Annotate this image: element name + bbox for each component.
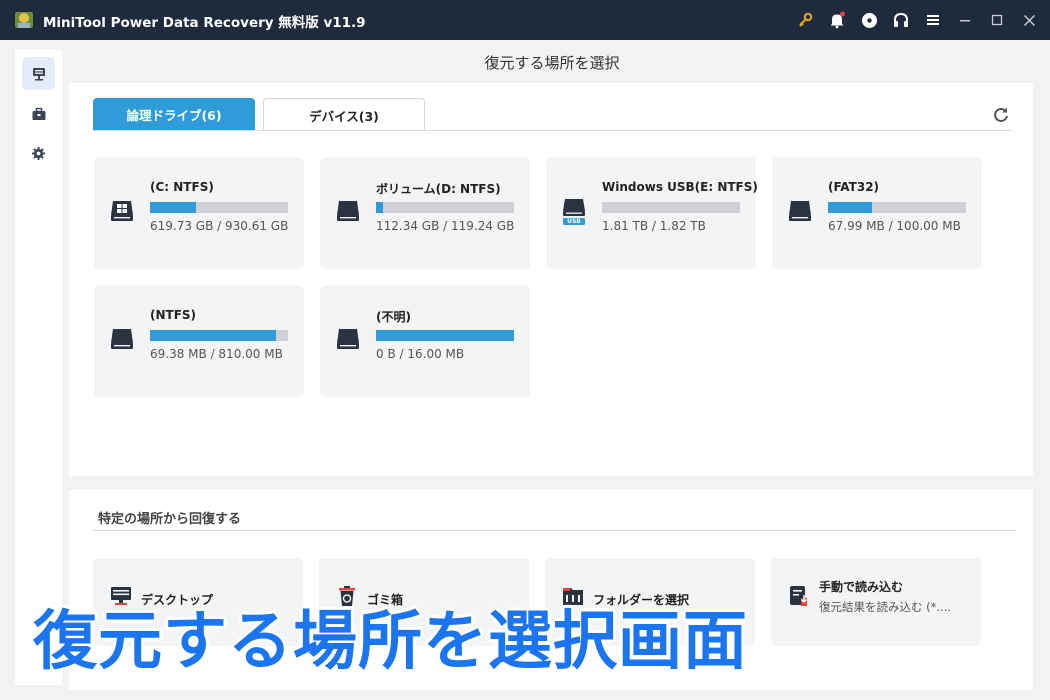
- drive-card[interactable]: (不明) 0 B / 16.00 MB: [320, 285, 530, 397]
- drive-name: (FAT32): [828, 180, 880, 194]
- drive-usage-fill: [376, 330, 514, 341]
- drives-panel: 論理ドライブ(6) デバイス(3) (C: NTFS) 619.73 GB / 9…: [69, 83, 1033, 476]
- toolkit-icon: [32, 107, 45, 120]
- load-manually-subtitle: 復元結果を読み込む (*....: [819, 600, 952, 614]
- drive-icon: [786, 193, 814, 225]
- load-manually-icon: [790, 586, 807, 606]
- drive-size: 0 B / 16.00 MB: [376, 347, 465, 361]
- disc-icon[interactable]: [859, 10, 879, 30]
- minimize-icon[interactable]: [955, 10, 975, 30]
- title-bar: MiniTool Power Data Recovery 無料版 v11.9: [0, 0, 1050, 40]
- windows-drive-icon: [108, 193, 136, 225]
- drive-usage-bar: [150, 202, 288, 213]
- drive-size: 112.34 GB / 119.24 GB: [376, 219, 515, 233]
- drive-usage-bar: [376, 202, 514, 213]
- drive-usage-bar: [376, 330, 514, 341]
- drive-size: 69.38 MB / 810.00 MB: [150, 347, 283, 361]
- bell-icon[interactable]: [827, 10, 847, 30]
- sidebar-item-this-pc[interactable]: [22, 57, 55, 90]
- tab-divider: [93, 130, 1013, 131]
- refresh-icon[interactable]: [991, 105, 1011, 125]
- drive-name: (不明): [376, 310, 411, 324]
- key-icon[interactable]: [795, 10, 815, 30]
- menu-icon[interactable]: [923, 10, 943, 30]
- drive-usage-fill: [376, 202, 383, 213]
- drive-size: 67.99 MB / 100.00 MB: [828, 219, 961, 233]
- drive-icon: [334, 193, 362, 225]
- drive-card[interactable]: (NTFS) 69.38 MB / 810.00 MB: [94, 285, 304, 397]
- drive-card[interactable]: USB Windows USB(E: NTFS) 1.81 TB / 1.82 TB: [546, 157, 758, 269]
- sidebar-item-toolkit[interactable]: [22, 97, 55, 130]
- window-title: MiniTool Power Data Recovery 無料版 v11.9: [43, 15, 366, 31]
- app-logo-icon: [15, 12, 33, 28]
- drive-usage-bar: [828, 202, 966, 213]
- drive-usage-bar: [602, 202, 740, 213]
- drive-name: (NTFS): [150, 308, 197, 322]
- drive-card[interactable]: ボリューム(D: NTFS) 112.34 GB / 119.24 GB: [320, 157, 530, 269]
- maximize-icon[interactable]: [987, 10, 1007, 30]
- drive-card[interactable]: (FAT32) 67.99 MB / 100.00 MB: [772, 157, 982, 269]
- sidebar: [15, 50, 62, 685]
- drive-icon: [334, 321, 362, 353]
- tab-logical-drives[interactable]: 論理ドライブ(6): [93, 98, 255, 130]
- settings-icon: [31, 146, 46, 161]
- specific-location-title: 特定の場所から回復する: [98, 512, 242, 527]
- sidebar-item-settings[interactable]: [22, 137, 55, 170]
- usb-badge: USB: [567, 218, 581, 225]
- drive-icon: [108, 321, 136, 353]
- usb-drive-icon: USB: [560, 193, 588, 225]
- drive-usage-fill: [828, 202, 873, 213]
- drive-size: 619.73 GB / 930.61 GB: [150, 219, 289, 233]
- load-manually-card[interactable]: 手動で読み込む 復元結果を読み込む (*....: [771, 558, 981, 646]
- this-pc-icon: [32, 67, 45, 80]
- drive-name: ボリューム(D: NTFS): [376, 182, 501, 196]
- drive-usage-fill: [150, 202, 196, 213]
- drive-card[interactable]: (C: NTFS) 619.73 GB / 930.61 GB: [94, 157, 304, 269]
- drive-name: (C: NTFS): [150, 180, 214, 194]
- drive-size: 1.81 TB / 1.82 TB: [602, 219, 706, 233]
- load-manually-label: 手動で読み込む: [819, 580, 904, 594]
- drive-usage-fill: [150, 330, 277, 341]
- drive-usage-bar: [150, 330, 288, 341]
- tab-devices[interactable]: デバイス(3): [263, 98, 425, 131]
- section-divider: [93, 530, 1017, 531]
- headphones-icon[interactable]: [891, 10, 911, 30]
- close-icon[interactable]: [1019, 10, 1039, 30]
- page-title: 復元する場所を選択: [484, 54, 620, 72]
- overlay-caption: 復元する場所を選択画面: [33, 605, 748, 679]
- drive-name: Windows USB(E: NTFS): [602, 180, 758, 194]
